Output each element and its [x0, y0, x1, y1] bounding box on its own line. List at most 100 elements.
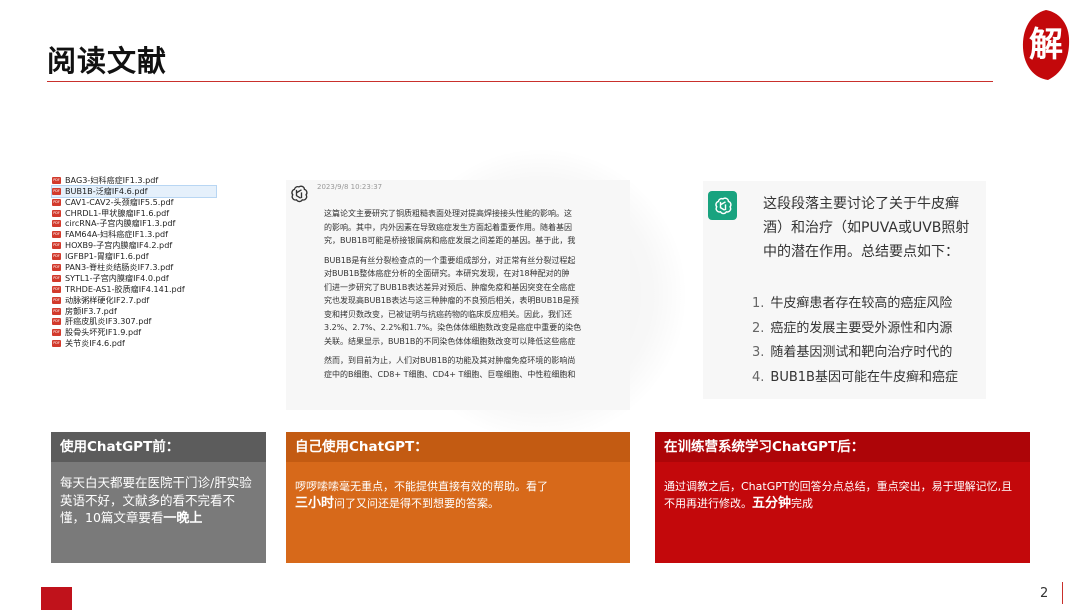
svg-text:解: 解 — [1029, 25, 1063, 65]
summary-point-number: 3. — [752, 345, 765, 360]
summary-point-number: 1. — [752, 296, 765, 311]
chatgpt-summary-panel: 这段段落主要讨论了关于牛皮癣 酒）和治疗（如PUVA或UVB照射 中的潜在作用。总结… — [703, 181, 986, 399]
file-name: 动脉粥样硬化IF2.7.pdf — [65, 294, 150, 305]
card-after-training: 在训练营系统学习ChatGPT后： 通过调教之后，ChatGPT的回答分点总结，… — [655, 432, 1030, 563]
file-list-item[interactable]: PDF BUB1B-泛瘤IF4.6.pdf — [51, 184, 217, 198]
card-text: 通过调教之后，ChatGPT的回答分点总结，重点突出，易于理解记忆,且不用再进行… — [664, 480, 1013, 511]
file-list-item[interactable]: PDF 房颤IF3.7.pdf — [52, 306, 216, 317]
summary-point-text: 牛皮癣患者存在较高的癌症风险 — [770, 296, 953, 311]
page-number-divider — [1062, 582, 1063, 604]
chat-line: 究也发现高BUB1B表达与这三种肿瘤的不良预后相关，表明BUB1B是预 — [324, 296, 579, 305]
pdf-icon: PDF — [52, 209, 61, 217]
page-number: 2 — [1040, 586, 1049, 601]
file-list-item[interactable]: PDF IGFBP1-胃瘤IF1.6.pdf — [52, 251, 216, 262]
chat-paragraph: 这篇论文主要研究了铜质粗糙表面处理对提高焊接接头性能的影响。这 的影响。其中，内外… — [324, 207, 630, 248]
file-name: 肝癌皮肌炎IF3.307.pdf — [65, 316, 152, 327]
file-name: 关节炎IF4.6.pdf — [65, 338, 125, 349]
file-list-item[interactable]: PDF 股骨头坏死IF1.9.pdf — [52, 327, 216, 338]
summary-intro-line: 酒）和治疗（如PUVA或UVB照射 — [763, 220, 970, 236]
file-name: BAG3-妇科癌症IF1.3.pdf — [65, 175, 159, 185]
chatgpt-logo-icon — [708, 191, 737, 220]
file-name: circRNA-子宫内膜瘤IF1.3.pdf — [65, 218, 176, 229]
summary-point: 4. BUB1B基因可能在牛皮癣和癌症 — [752, 366, 986, 391]
chat-line: 症中的B细胞、CD8+ T细胞、CD4+ T细胞、巨噬细胞、中性粒细胞和 — [324, 369, 576, 379]
chat-line: BUB1B是有丝分裂检查点的一个重要组成部分，对正常有丝分裂过程起 — [324, 255, 576, 265]
pdf-icon: PDF — [52, 318, 61, 326]
card-heading: 在训练营系统学习ChatGPT后： — [655, 432, 1030, 462]
pdf-icon: PDF — [52, 231, 61, 239]
file-name: IGFBP1-胃瘤IF1.6.pdf — [65, 251, 149, 262]
file-list-item[interactable]: PDF PAN3-脊柱炎结肠炎IF7.3.pdf — [52, 262, 216, 273]
pdf-icon: PDF — [52, 242, 61, 250]
file-list-item[interactable]: PDF TRHDE-AS1-胶质瘤IF4.141.pdf — [52, 284, 216, 295]
file-list-item[interactable]: PDF CHRDL1-甲状腺瘤IF1.6.pdf — [52, 208, 216, 219]
chat-line: 的影响。其中，内外因素在导致癌症发生方面起着重要作用。随着基因 — [324, 222, 572, 232]
file-list-item[interactable]: PDF 肝癌皮肌炎IF3.307.pdf — [52, 317, 216, 328]
pdf-icon: PDF — [52, 176, 61, 184]
chat-line: 变和拷贝数改变，已被证明与抗癌药物的临床反应相关。因此，我们还 — [324, 309, 572, 319]
file-list-item[interactable]: PDF FAM64A-妇科癌症IF1.3.pdf — [52, 229, 216, 240]
chat-line: 然而，到目前为止，人们对BUB1B的功能及其对肿瘤免疫环境的影响尚 — [324, 356, 576, 365]
chat-paragraph: 然而，到目前为止，人们对BUB1B的功能及其对肿瘤免疫环境的影响尚 症中的B细胞、… — [324, 354, 630, 381]
pdf-icon: PDF — [52, 253, 61, 261]
summary-point: 2. 癌症的发展主要受外源性和内源 — [752, 317, 986, 342]
pdf-icon: PDF — [52, 329, 61, 337]
summary-point: 1. 牛皮癣患者存在较高的癌症风险 — [752, 292, 986, 317]
summary-intro-line: 这段段落主要讨论了关于牛皮癣 — [763, 196, 959, 212]
summary-point-text: 随着基因测试和靶向治疗时代的 — [770, 345, 953, 360]
file-list-item[interactable]: PDF SYTL1-子宫内膜瘤IF4.0.pdf — [52, 273, 216, 284]
summary-point-text: BUB1B基因可能在牛皮癣和癌症 — [770, 369, 958, 385]
file-list-item[interactable]: PDF 动脉粥样硬化IF2.7.pdf — [52, 295, 216, 306]
page-title: 阅读文献 — [47, 44, 168, 78]
file-name: PAN3-脊柱炎结肠炎IF7.3.pdf — [65, 262, 174, 273]
file-list-item[interactable]: PDF CAV1-CAV2-头颈瘤IF5.5.pdf — [52, 197, 216, 208]
card-heading: 使用ChatGPT前： — [51, 432, 266, 462]
card-text: 每天白天都要在医院干门诊/肝实验英语不好，文献多的看不完看不懂，10篇文章要看一… — [60, 475, 252, 526]
pdf-icon: PDF — [52, 285, 61, 293]
card-text: 啰啰嗦嗦毫无重点，不能提供直接有效的帮助。看了 三小时问了又问还是得不到想要的答案… — [295, 480, 548, 511]
chat-line: 们进一步研究了BUB1B表达差异对预后、肿瘤免疫和基因突变在全癌症 — [324, 282, 576, 292]
file-name: CHRDL1-甲状腺瘤IF1.6.pdf — [65, 207, 170, 218]
chat-excerpt-panel: 2023/9/8 10:23:37 这篇论文主要研究了铜质粗糙表面处理对提高焊接… — [286, 180, 630, 410]
title-divider — [47, 81, 993, 82]
file-list: PDF BAG3-妇科癌症IF1.3.pdf PDF BUB1B-泛瘤IF4.6.pd… — [51, 175, 217, 413]
file-list-item[interactable]: PDF HOXB9-子宫内膜瘤IF4.2.pdf — [52, 240, 216, 251]
file-name: FAM64A-妇科癌症IF1.3.pdf — [65, 229, 168, 240]
file-name: TRHDE-AS1-胶质瘤IF4.141.pdf — [65, 283, 185, 294]
file-list-item[interactable]: PDF BAG3-妇科癌症IF1.3.pdf — [52, 175, 216, 186]
chat-timestamp: 2023/9/8 10:23:37 — [317, 183, 383, 191]
pdf-icon: PDF — [52, 198, 61, 206]
chat-line: 3.2%、2.7%、2.2%和1.7%。染色体体细胞数改变是癌症中重要的染色 — [324, 323, 582, 332]
summary-intro: 这段段落主要讨论了关于牛皮癣 酒）和治疗（如PUVA或UVB照射 中的潜在作用。总结… — [763, 192, 986, 264]
chatgpt-logo-icon — [289, 184, 309, 204]
pdf-icon: PDF — [52, 340, 61, 348]
summary-points: 1. 牛皮癣患者存在较高的癌症风险 2. 癌症的发展主要受外源性和内源 3. 随着基因测试… — [752, 292, 986, 390]
file-list-item[interactable]: PDF circRNA-子宫内膜瘤IF1.3.pdf — [52, 219, 216, 230]
pdf-icon: PDF — [52, 187, 61, 195]
file-name: CAV1-CAV2-头颈瘤IF5.5.pdf — [65, 196, 174, 207]
chat-message-text: 这篇论文主要研究了铜质粗糙表面处理对提高焊接接头性能的影响。这 的影响。其中，内外… — [324, 207, 630, 387]
summary-point: 3. 随着基因测试和靶向治疗时代的 — [752, 341, 986, 366]
summary-intro-line: 中的潜在作用。总结要点如下： — [763, 244, 959, 260]
file-name: HOXB9-子宫内膜瘤IF4.2.pdf — [65, 240, 173, 251]
footer-accent-block — [41, 587, 72, 610]
pdf-icon: PDF — [52, 264, 61, 272]
pdf-icon: PDF — [52, 220, 61, 228]
file-name: BUB1B-泛瘤IF4.6.pdf — [65, 185, 148, 196]
pdf-icon: PDF — [52, 307, 61, 315]
pdf-icon: PDF — [52, 274, 61, 282]
seal-logo-icon: 解 — [1020, 8, 1072, 82]
file-name: 房颤IF3.7.pdf — [65, 305, 117, 316]
pdf-icon: PDF — [52, 296, 61, 304]
card-heading: 自己使用ChatGPT： — [286, 432, 630, 462]
chat-line: 这篇论文主要研究了铜质粗糙表面处理对提高焊接接头性能的影响。这 — [324, 209, 572, 218]
chat-line: 对BUB1B整体癌症分析的全面研究。本研究发现，在对18种配对的肿 — [324, 269, 570, 278]
file-list-item[interactable]: PDF 关节炎IF4.6.pdf — [52, 338, 216, 349]
summary-point-number: 4. — [752, 369, 765, 385]
chat-paragraph: BUB1B是有丝分裂检查点的一个重要组成部分，对正常有丝分裂过程起 对BUB1B整… — [324, 254, 630, 349]
summary-point-number: 2. — [752, 320, 765, 336]
chat-line: 关联。结果显示，BUB1B的不同染色体体细胞数改变可以降低这些癌症 — [324, 336, 576, 346]
card-self-use-chatgpt: 自己使用ChatGPT： 啰啰嗦嗦毫无重点，不能提供直接有效的帮助。看了 三小时问… — [286, 432, 630, 563]
chat-line: 究，BUB1B可能是桥接银屑病和癌症发展之间差距的基因。基于此，我 — [324, 236, 576, 245]
card-before-chatgpt: 使用ChatGPT前： 每天白天都要在医院干门诊/肝实验英语不好，文献多的看不完… — [51, 432, 266, 563]
